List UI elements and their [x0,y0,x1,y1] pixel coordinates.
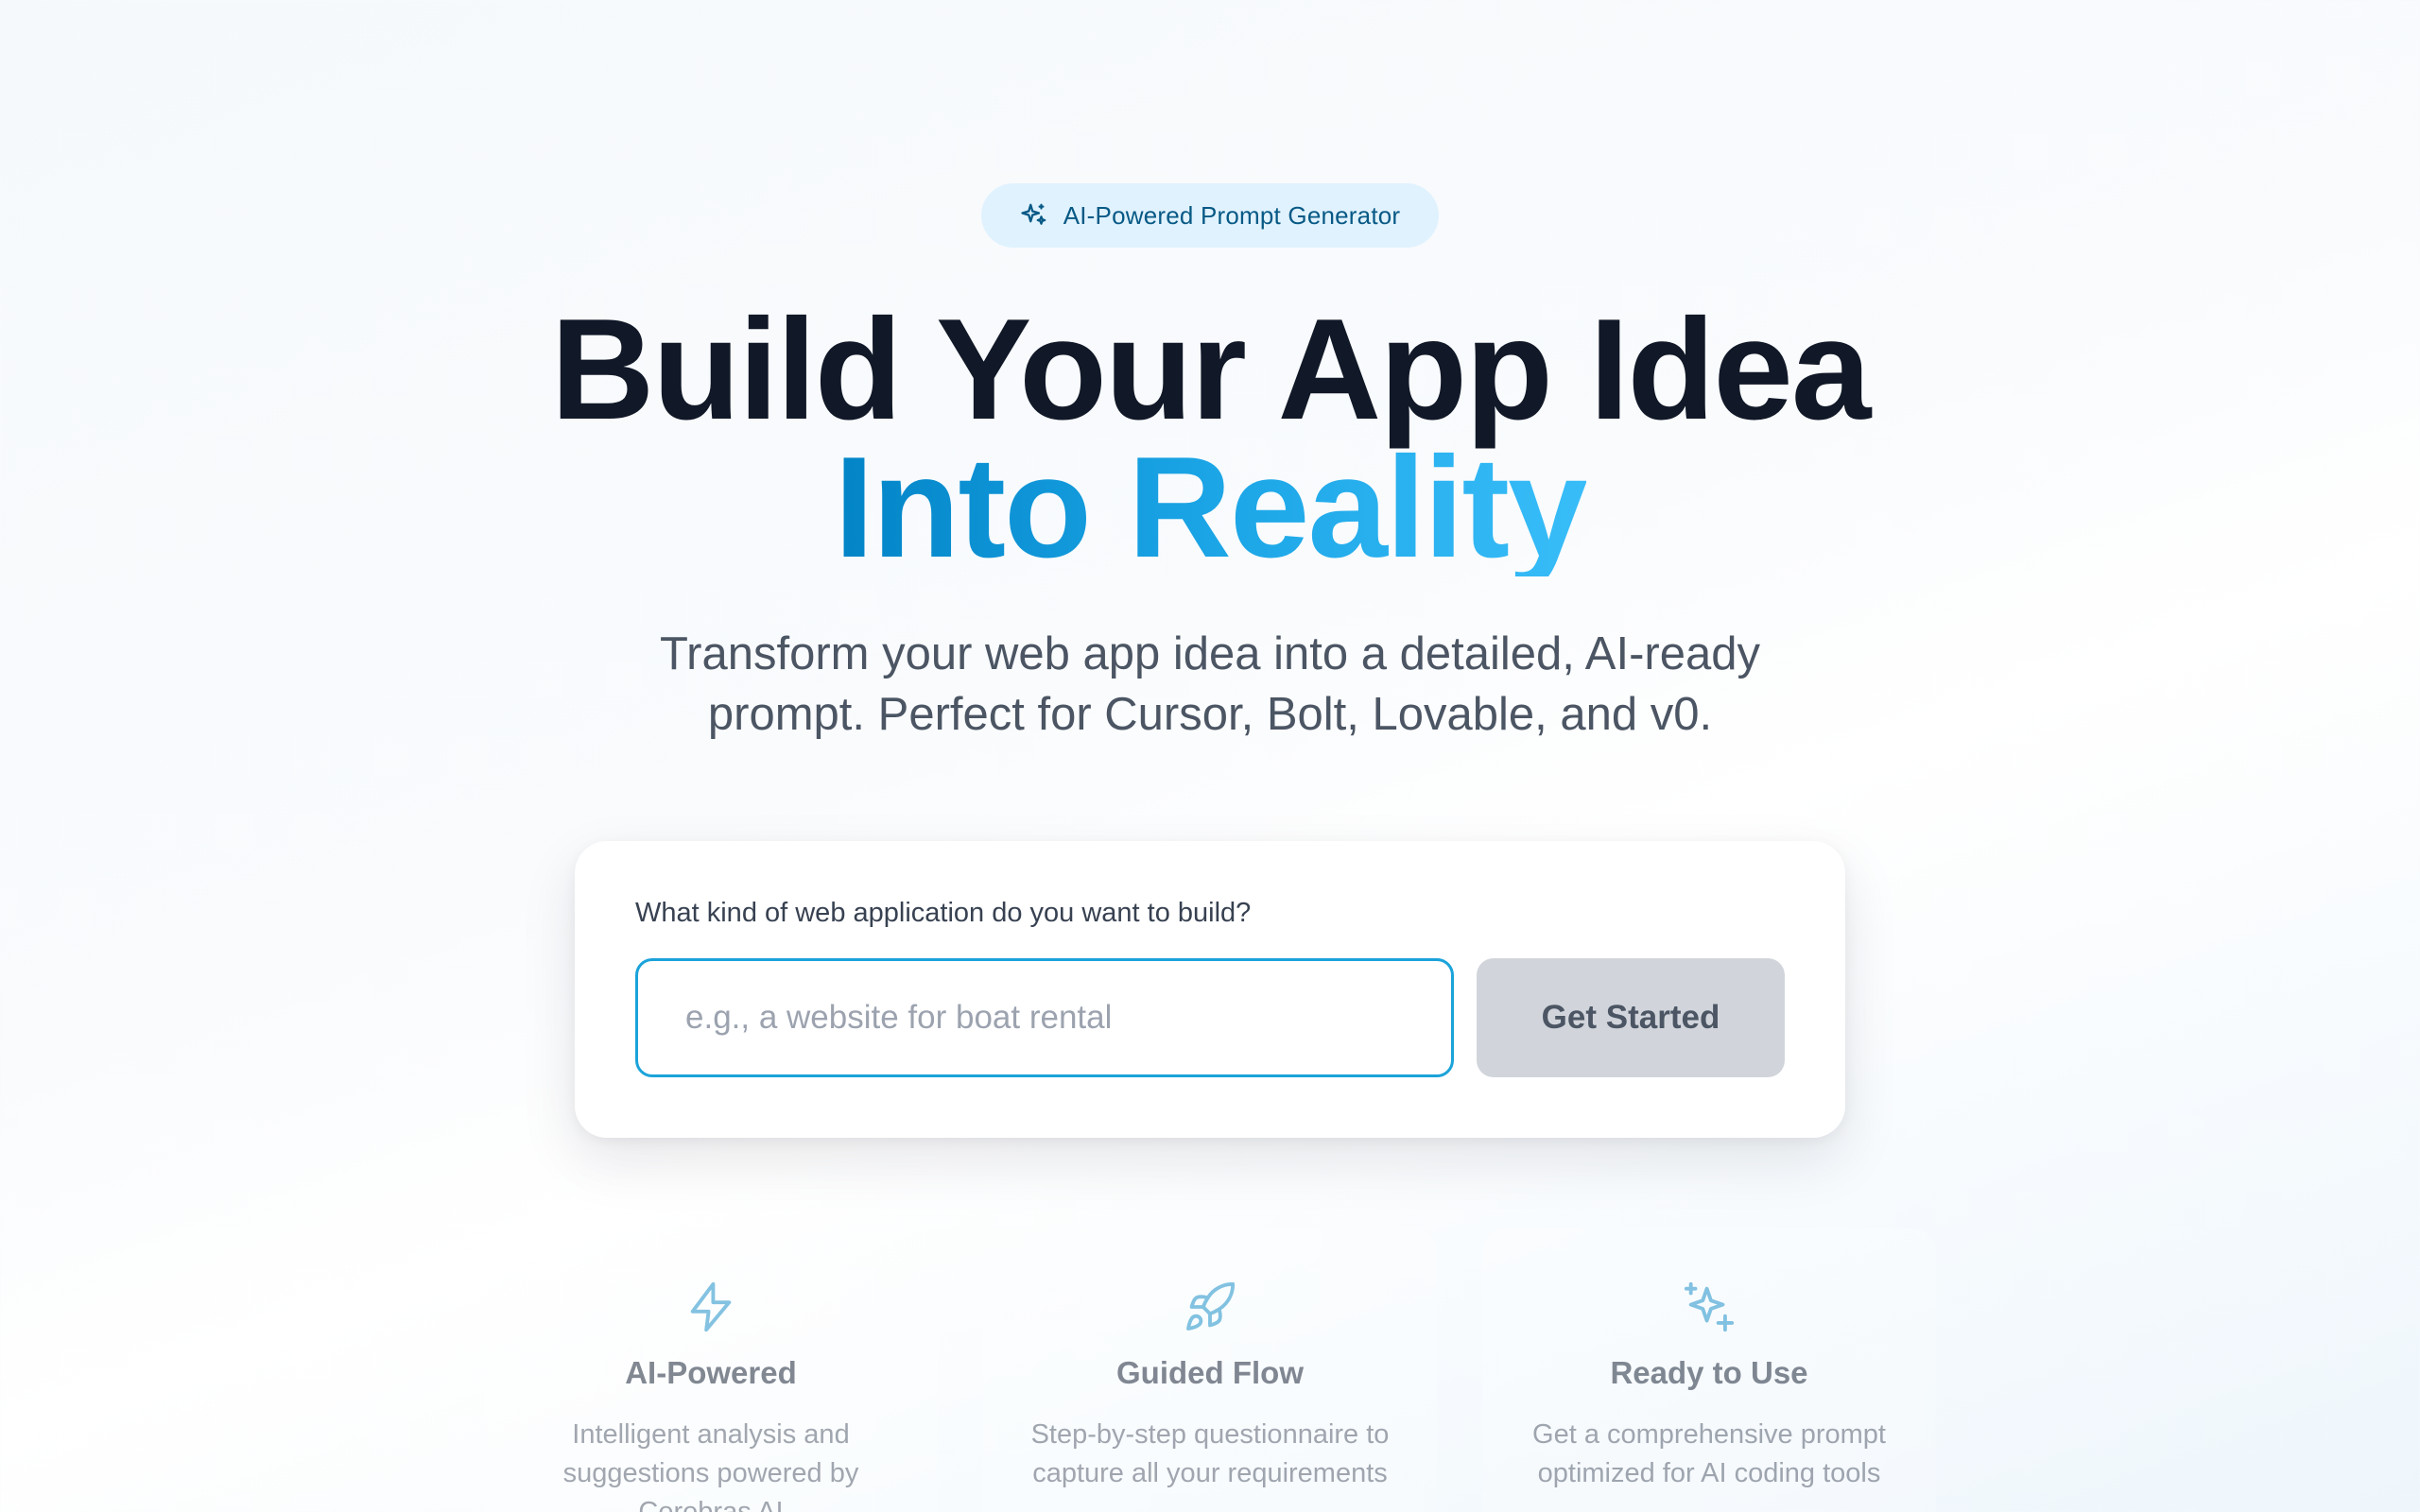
feature-card-guided-flow: Guided Flow Step-by-step questionnaire t… [983,1228,1437,1512]
hero-title-line1: Build Your App Idea [550,289,1872,450]
feature-title: Ready to Use [1610,1355,1808,1390]
sparkle-icon [1021,203,1046,225]
feature-card-ready-to-use: Ready to Use Get a comprehensive prompt … [1482,1228,1936,1512]
get-started-button[interactable]: Get Started [1477,958,1785,1077]
hero-title: Build Your App Idea Into Reality [0,298,2420,588]
app-idea-input[interactable] [635,958,1454,1077]
subtitle-line2: prompt. Perfect for Cursor, Bolt, Lovabl… [707,689,1713,740]
landing-page: AI-Powered Prompt Generator Build Your A… [0,0,2420,1512]
badge-label: AI-Powered Prompt Generator [1063,200,1401,230]
feature-description: Intelligent analysis and suggestions pow… [562,1419,859,1512]
hero-title-line2: Into Reality [834,427,1587,588]
idea-input-card: What kind of web application do you want… [575,841,1845,1138]
feature-card-ai-powered: AI-Powered Intelligent analysis and sugg… [484,1228,938,1512]
feature-title: Guided Flow [1116,1355,1304,1390]
idea-input-label: What kind of web application do you want… [635,898,1252,928]
feature-description: Get a comprehensive prompt optimized for… [1532,1419,1886,1488]
rocket-icon [1186,1281,1236,1331]
features-section: AI-Powered Intelligent analysis and sugg… [0,1228,2420,1512]
feature-description: Step-by-step questionnaire to capture al… [1030,1419,1390,1488]
subtitle-line1: Transform your web app idea into a detai… [660,628,1760,679]
feature-title: AI-Powered [625,1355,797,1390]
lightning-icon [690,1281,732,1332]
sparkles-icon [1684,1281,1735,1332]
ai-powered-badge: AI-Powered Prompt Generator [981,183,1439,248]
hero-subtitle: Transform your web app idea into a detai… [529,624,1891,745]
